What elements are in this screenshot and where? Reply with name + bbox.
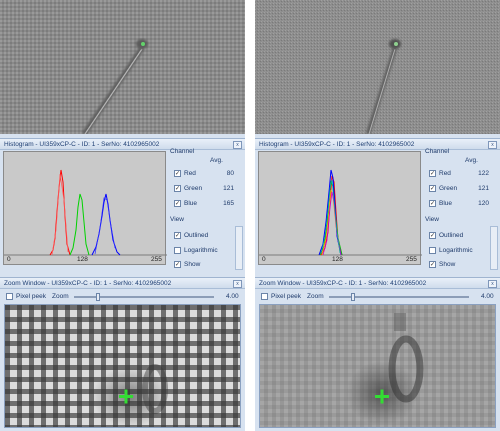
- pixel-peek-label: Pixel peek: [16, 293, 46, 300]
- close-icon[interactable]: x: [488, 280, 497, 288]
- live-camera-view[interactable]: [255, 0, 500, 134]
- blue-checkbox[interactable]: ✓: [429, 200, 436, 207]
- red-label: Red: [184, 170, 196, 177]
- zoom-view[interactable]: [4, 304, 241, 428]
- zoom-label: Zoom: [307, 293, 324, 300]
- zoom-view[interactable]: [259, 304, 496, 428]
- zoom-label: Zoom: [52, 293, 69, 300]
- pixel-peek-checkbox[interactable]: [261, 293, 268, 300]
- close-icon[interactable]: x: [488, 141, 497, 149]
- outlined-checkbox[interactable]: ✓: [429, 232, 436, 239]
- axis-tick-128: 128: [77, 256, 88, 263]
- blue-label: Blue: [184, 200, 198, 207]
- zoom-slider-track[interactable]: [74, 296, 214, 298]
- view-header: View: [425, 216, 439, 223]
- red-label: Red: [439, 170, 451, 177]
- zoom-slider-track[interactable]: [329, 296, 469, 298]
- zoom-toolbar: Pixel peek Zoom 4.00: [255, 290, 500, 302]
- blue-avg: 165: [223, 200, 234, 207]
- histogram-title: Histogram - UI359xCP-C - ID: 1 - SerNo: …: [4, 141, 160, 148]
- red-checkbox[interactable]: ✓: [174, 170, 181, 177]
- options-scrollbar[interactable]: [235, 226, 243, 270]
- close-icon[interactable]: x: [233, 280, 242, 288]
- show-checkbox[interactable]: ✓: [429, 261, 436, 268]
- channel-header: Channel: [170, 148, 195, 155]
- red-avg: 122: [478, 170, 489, 177]
- live-camera-view[interactable]: [0, 0, 245, 134]
- histogram-titlebar: Histogram - UI359xCP-C - ID: 1 - SerNo: …: [0, 138, 245, 150]
- histogram-curves: [4, 169, 167, 256]
- logarithmic-label: Logarithmic: [439, 247, 473, 254]
- zoomed-image: [5, 305, 240, 427]
- pixel-peek-checkbox[interactable]: [6, 293, 13, 300]
- show-label: Show: [439, 261, 456, 268]
- axis-tick-0: 0: [7, 256, 11, 263]
- show-checkbox[interactable]: ✓: [174, 261, 181, 268]
- logarithmic-checkbox[interactable]: [174, 247, 181, 254]
- zoom-title: Zoom Window - UI359xCP-C - ID: 1 - SerNo…: [259, 280, 427, 287]
- column-divider: [245, 0, 255, 431]
- blue-checkbox[interactable]: ✓: [174, 200, 181, 207]
- avg-header: Avg.: [465, 157, 478, 164]
- axis-tick-255: 255: [151, 256, 162, 263]
- histogram-curves: [259, 169, 422, 256]
- outlined-checkbox[interactable]: ✓: [174, 232, 181, 239]
- blue-label: Blue: [439, 200, 453, 207]
- red-avg: 80: [226, 170, 234, 177]
- axis-tick-255: 255: [406, 256, 417, 263]
- zoom-titlebar: Zoom Window - UI359xCP-C - ID: 1 - SerNo…: [0, 277, 245, 289]
- camera-column-left: Histogram - UI359xCP-C - ID: 1 - SerNo: …: [0, 0, 245, 431]
- close-icon[interactable]: x: [233, 141, 242, 149]
- green-avg: 121: [223, 185, 234, 192]
- zoom-titlebar: Zoom Window - UI359xCP-C - ID: 1 - SerNo…: [255, 277, 500, 289]
- zoom-slider-thumb[interactable]: [351, 293, 355, 301]
- outlined-label: Outlined: [184, 232, 209, 239]
- green-checkbox[interactable]: ✓: [429, 185, 436, 192]
- zoom-toolbar: Pixel peek Zoom 4.00: [0, 290, 245, 302]
- blue-avg: 120: [478, 200, 489, 207]
- camera-column-right: Histogram - UI359xCP-C - ID: 1 - SerNo: …: [255, 0, 500, 431]
- histogram-titlebar: Histogram - UI359xCP-C - ID: 1 - SerNo: …: [255, 138, 500, 150]
- zoom-slider-thumb[interactable]: [96, 293, 100, 301]
- histogram-plot: 0 128 255: [3, 151, 167, 265]
- green-avg: 121: [478, 185, 489, 192]
- channel-header: Channel: [425, 148, 450, 155]
- avg-header: Avg.: [210, 157, 223, 164]
- pixel-peek-label: Pixel peek: [271, 293, 301, 300]
- zoom-value: 4.00: [226, 293, 239, 300]
- logarithmic-checkbox[interactable]: [429, 247, 436, 254]
- zoom-title: Zoom Window - UI359xCP-C - ID: 1 - SerNo…: [4, 280, 172, 287]
- camera-image: [255, 0, 500, 134]
- green-label: Green: [184, 185, 203, 192]
- view-header: View: [170, 216, 184, 223]
- options-scrollbar[interactable]: [490, 226, 498, 270]
- zoom-value: 4.00: [481, 293, 494, 300]
- histogram-title: Histogram - UI359xCP-C - ID: 1 - SerNo: …: [259, 141, 415, 148]
- green-label: Green: [439, 185, 458, 192]
- histogram-plot: 0 128 255: [258, 151, 422, 265]
- zoomed-image: [260, 305, 495, 427]
- axis-tick-128: 128: [332, 256, 343, 263]
- green-checkbox[interactable]: ✓: [174, 185, 181, 192]
- red-checkbox[interactable]: ✓: [429, 170, 436, 177]
- axis-tick-0: 0: [262, 256, 266, 263]
- camera-image: [0, 0, 245, 134]
- outlined-label: Outlined: [439, 232, 464, 239]
- logarithmic-label: Logarithmic: [184, 247, 218, 254]
- show-label: Show: [184, 261, 201, 268]
